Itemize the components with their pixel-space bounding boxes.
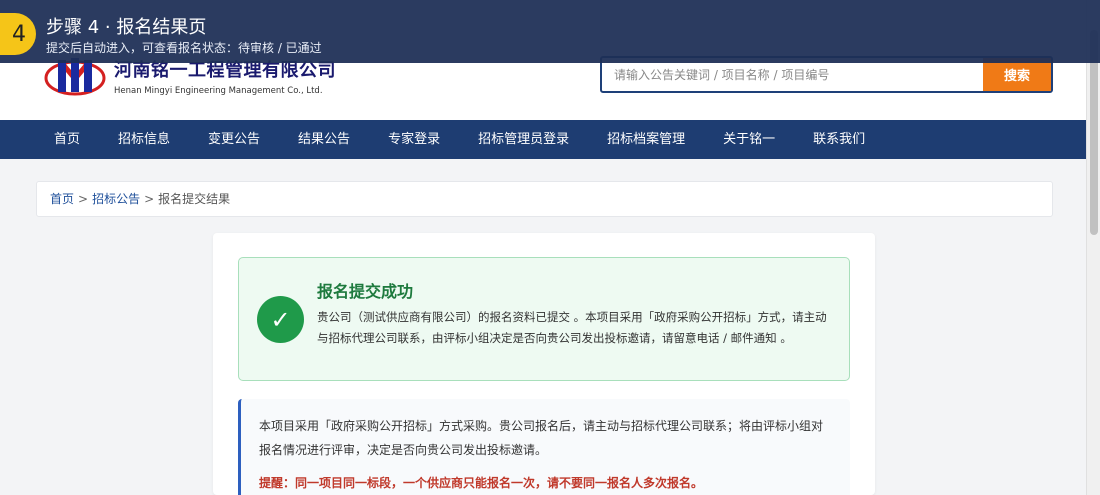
nav-item-bidding-info[interactable]: 招标信息	[99, 120, 189, 159]
step-overlay-banner: 4 步骤 4 · 报名结果页 提交后自动进入，可查看报名状态：待审核 / 已通过	[0, 0, 1100, 63]
nav-item-result-notice[interactable]: 结果公告	[279, 120, 369, 159]
breadcrumb-separator: >	[78, 192, 89, 206]
check-icon: ✓	[257, 296, 304, 343]
warning-text: 提醒：同一项目同一标段，一个供应商只能报名一次，请不要同一报名人多次报名。	[259, 476, 704, 490]
breadcrumb-home[interactable]: 首页	[50, 192, 74, 206]
logo-company-name-en: Henan Mingyi Engineering Management Co.,…	[114, 86, 323, 96]
page-scrollbar[interactable]	[1086, 0, 1100, 495]
nav-item-change-notice[interactable]: 变更公告	[189, 120, 279, 159]
breadcrumb-section[interactable]: 招标公告	[92, 192, 140, 206]
breadcrumb: 首页 > 招标公告 > 报名提交结果	[36, 181, 1053, 217]
info-notice: 本项目采用「政府采购公开招标」方式采购。贵公司报名后，请主动与招标代理公司联系；…	[238, 399, 850, 495]
info-text: 本项目采用「政府采购公开招标」方式采购。贵公司报名后，请主动与招标代理公司联系；…	[259, 419, 824, 457]
nav-item-contact[interactable]: 联系我们	[794, 120, 884, 159]
step-subtitle: 提交后自动进入，可查看报名状态：待审核 / 已通过	[46, 41, 322, 55]
step-title: 步骤 4 · 报名结果页	[46, 17, 207, 38]
nav-item-admin-login[interactable]: 招标管理员登录	[459, 120, 588, 159]
result-panel: ✓ 报名提交成功 贵公司（测试供应商有限公司）的报名资料已提交 。本项目采用「政…	[213, 233, 875, 495]
nav-item-expert-login[interactable]: 专家登录	[369, 120, 459, 159]
breadcrumb-separator: >	[144, 192, 155, 206]
step-number-badge: 4	[0, 13, 36, 55]
main-nav: 首页 招标信息 变更公告 结果公告 专家登录 招标管理员登录 招标档案管理 关于…	[0, 120, 1086, 159]
success-title: 报名提交成功	[317, 282, 414, 301]
nav-item-about[interactable]: 关于铭一	[704, 120, 794, 159]
nav-item-archive[interactable]: 招标档案管理	[588, 120, 704, 159]
success-message: 贵公司（测试供应商有限公司）的报名资料已提交 。本项目采用「政府采购公开招标」方…	[317, 310, 827, 345]
breadcrumb-current: 报名提交结果	[158, 192, 231, 206]
success-alert: ✓ 报名提交成功 贵公司（测试供应商有限公司）的报名资料已提交 。本项目采用「政…	[238, 257, 850, 381]
nav-item-home[interactable]: 首页	[35, 120, 99, 159]
